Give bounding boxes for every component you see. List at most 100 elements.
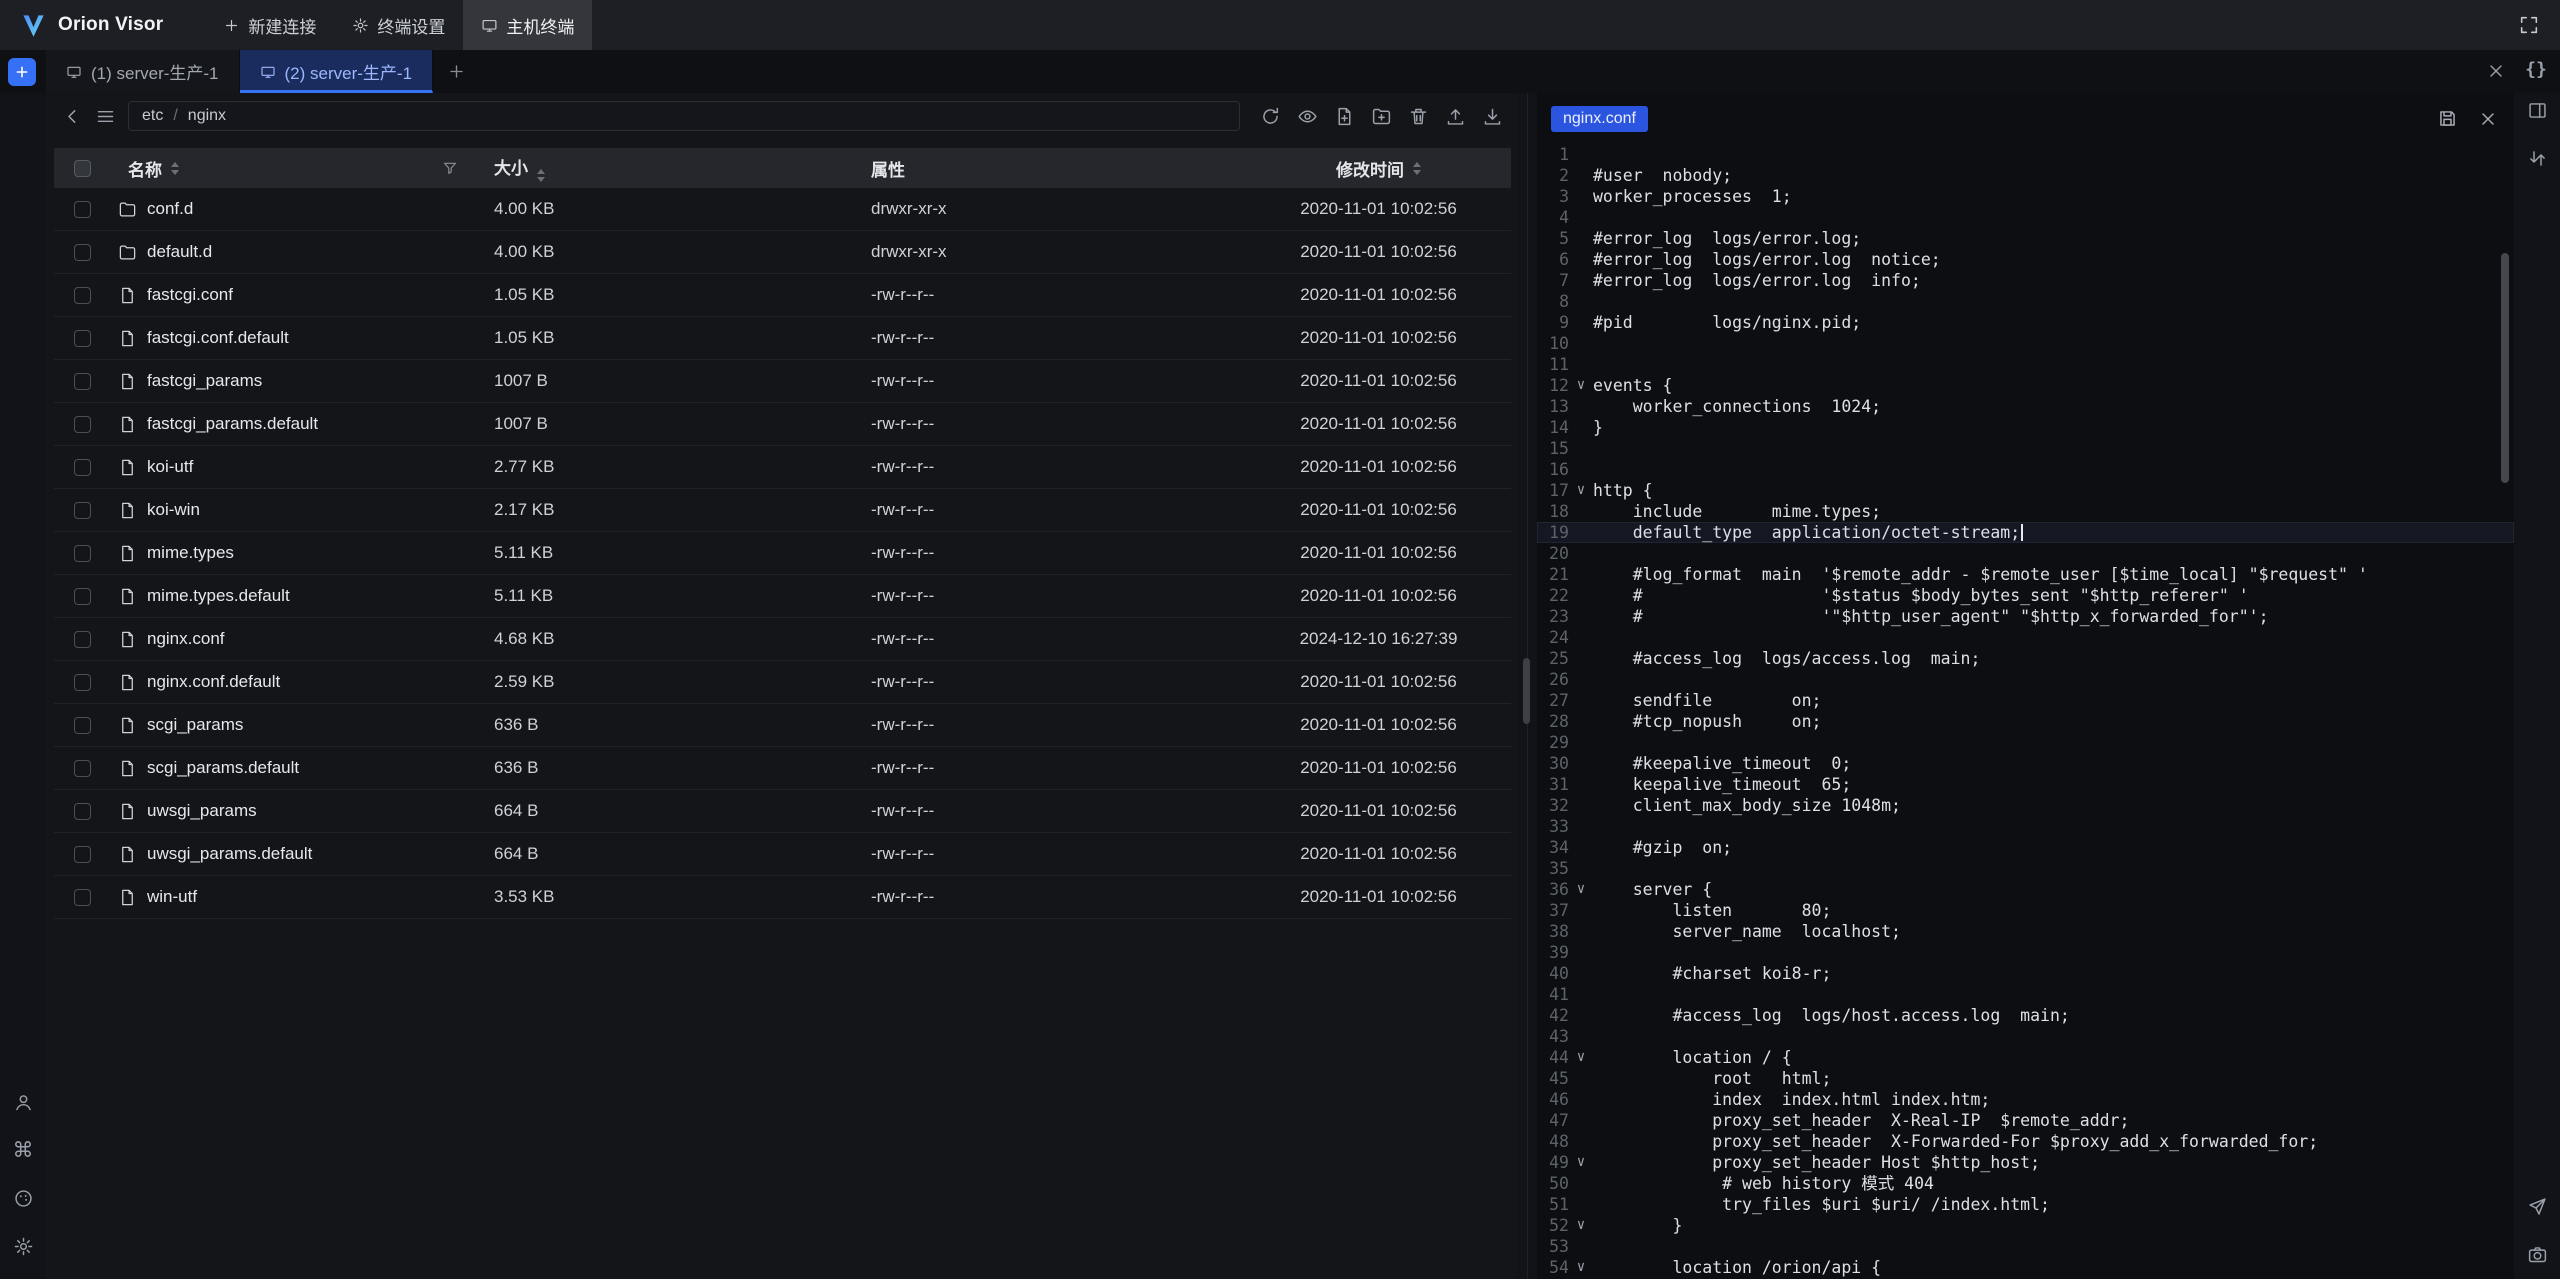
back-chevron-icon[interactable] (62, 106, 83, 127)
code-line-11[interactable]: 11 (1537, 354, 2514, 375)
delete-trash-icon[interactable] (1408, 106, 1429, 127)
code-line-43[interactable]: 43 (1537, 1026, 2514, 1047)
tab-server-1[interactable]: (1) server-生产-1 (46, 50, 240, 93)
code-line-4[interactable]: 4 (1537, 207, 2514, 228)
settings-gear-icon[interactable] (13, 1236, 34, 1257)
code-line-15[interactable]: 15 (1537, 438, 2514, 459)
row-checkbox[interactable] (74, 588, 91, 605)
code-line-8[interactable]: 8 (1537, 291, 2514, 312)
file-name[interactable]: default.d (147, 242, 212, 262)
row-checkbox[interactable] (74, 416, 91, 433)
braces-icon[interactable]: {} (2523, 59, 2549, 80)
code-line-9[interactable]: 9#pid logs/nginx.pid; (1537, 312, 2514, 333)
file-name[interactable]: mime.types.default (147, 586, 290, 606)
code-line-13[interactable]: 13 worker_connections 1024; (1537, 396, 2514, 417)
file-name[interactable]: koi-win (147, 500, 200, 520)
code-line-27[interactable]: 27 sendfile on; (1537, 690, 2514, 711)
file-name[interactable]: uwsgi_params.default (147, 844, 312, 864)
row-checkbox[interactable] (74, 459, 91, 476)
code-line-23[interactable]: 23 # '"$http_user_agent" "$http_x_forwar… (1537, 606, 2514, 627)
code-line-35[interactable]: 35 (1537, 858, 2514, 879)
table-row[interactable]: scgi_params 636 B -rw-r--r-- 2020-11-01 … (54, 704, 1511, 747)
table-row[interactable]: mime.types.default 5.11 KB -rw-r--r-- 20… (54, 575, 1511, 618)
path-breadcrumb[interactable]: etc / nginx (128, 101, 1240, 131)
filter-funnel-icon[interactable] (442, 160, 458, 176)
menu-item-host-terminal[interactable]: 主机终端 (463, 0, 592, 50)
editor-scrollbar-thumb[interactable] (2501, 253, 2509, 483)
table-row[interactable]: mime.types 5.11 KB -rw-r--r-- 2020-11-01… (54, 532, 1511, 575)
code-line-50[interactable]: 50 # web history 模式 404 (1537, 1173, 2514, 1194)
new-terminal-button[interactable] (8, 58, 36, 86)
row-checkbox[interactable] (74, 846, 91, 863)
table-row[interactable]: fastcgi.conf.default 1.05 KB -rw-r--r-- … (54, 317, 1511, 360)
code-line-52[interactable]: 52∨ } (1537, 1215, 2514, 1236)
eye-icon[interactable] (1297, 106, 1318, 127)
menu-item-new-connection[interactable]: 新建连接 (205, 0, 334, 50)
code-line-54[interactable]: 54∨ location /orion/api { (1537, 1257, 2514, 1278)
row-checkbox[interactable] (74, 674, 91, 691)
row-checkbox[interactable] (74, 889, 91, 906)
table-row[interactable]: win-utf 3.53 KB -rw-r--r-- 2020-11-01 10… (54, 876, 1511, 919)
new-file-icon[interactable] (1334, 106, 1355, 127)
screen-capture-icon[interactable] (2527, 1244, 2548, 1265)
table-row[interactable]: koi-win 2.17 KB -rw-r--r-- 2020-11-01 10… (54, 489, 1511, 532)
open-file-tag[interactable]: nginx.conf (1551, 106, 1648, 132)
table-row[interactable]: uwsgi_params 664 B -rw-r--r-- 2020-11-01… (54, 790, 1511, 833)
sort-mtime-icon[interactable] (1413, 162, 1421, 175)
code-line-19[interactable]: 19 default_type application/octet-stream… (1537, 522, 2514, 543)
sort-name-icon[interactable] (171, 162, 179, 175)
code-line-12[interactable]: 12∨events { (1537, 375, 2514, 396)
code-line-21[interactable]: 21 #log_format main '$remote_addr - $rem… (1537, 564, 2514, 585)
table-row[interactable]: uwsgi_params.default 664 B -rw-r--r-- 20… (54, 833, 1511, 876)
table-row[interactable]: fastcgi.conf 1.05 KB -rw-r--r-- 2020-11-… (54, 274, 1511, 317)
row-checkbox[interactable] (74, 803, 91, 820)
row-checkbox[interactable] (74, 717, 91, 734)
code-line-33[interactable]: 33 (1537, 816, 2514, 837)
file-name[interactable]: fastcgi_params (147, 371, 262, 391)
refresh-icon[interactable] (1260, 106, 1281, 127)
code-line-17[interactable]: 17∨http { (1537, 480, 2514, 501)
table-row[interactable]: nginx.conf 4.68 KB -rw-r--r-- 2024-12-10… (54, 618, 1511, 661)
splitter-drag-handle[interactable] (1523, 658, 1530, 724)
code-line-29[interactable]: 29 (1537, 732, 2514, 753)
row-checkbox[interactable] (74, 373, 91, 390)
fold-chevron-icon[interactable]: ∨ (1569, 1152, 1593, 1173)
code-line-42[interactable]: 42 #access_log logs/host.access.log main… (1537, 1005, 2514, 1026)
code-line-18[interactable]: 18 include mime.types; (1537, 501, 2514, 522)
file-name[interactable]: scgi_params.default (147, 758, 299, 778)
panel-splitter[interactable] (1517, 93, 1537, 1279)
code-line-53[interactable]: 53 (1537, 1236, 2514, 1257)
list-view-icon[interactable] (95, 106, 116, 127)
code-line-14[interactable]: 14} (1537, 417, 2514, 438)
keyboard-shortcuts-icon[interactable]: ⌘ (13, 1140, 34, 1161)
table-row[interactable]: default.d 4.00 KB drwxr-xr-x 2020-11-01 … (54, 231, 1511, 274)
transfer-list-icon[interactable] (2527, 148, 2548, 169)
upload-icon[interactable] (1445, 106, 1466, 127)
save-icon[interactable] (2437, 108, 2458, 129)
table-row[interactable]: conf.d 4.00 KB drwxr-xr-x 2020-11-01 10:… (54, 188, 1511, 231)
fold-chevron-icon[interactable]: ∨ (1569, 1215, 1593, 1236)
file-name[interactable]: nginx.conf.default (147, 672, 280, 692)
file-name[interactable]: mime.types (147, 543, 234, 563)
code-line-22[interactable]: 22 # '$status $body_bytes_sent "$http_re… (1537, 585, 2514, 606)
table-row[interactable]: scgi_params.default 636 B -rw-r--r-- 202… (54, 747, 1511, 790)
menu-item-terminal-settings[interactable]: 终端设置 (334, 0, 463, 50)
row-checkbox[interactable] (74, 244, 91, 261)
code-line-39[interactable]: 39 (1537, 942, 2514, 963)
add-tab-icon[interactable] (447, 62, 466, 81)
code-line-10[interactable]: 10 (1537, 333, 2514, 354)
close-icon[interactable] (2486, 61, 2506, 81)
row-checkbox[interactable] (74, 545, 91, 562)
code-line-34[interactable]: 34 #gzip on; (1537, 837, 2514, 858)
code-line-47[interactable]: 47 proxy_set_header X-Real-IP $remote_ad… (1537, 1110, 2514, 1131)
fold-chevron-icon[interactable]: ∨ (1569, 375, 1593, 396)
code-line-30[interactable]: 30 #keepalive_timeout 0; (1537, 753, 2514, 774)
code-line-48[interactable]: 48 proxy_set_header X-Forwarded-For $pro… (1537, 1131, 2514, 1152)
fold-chevron-icon[interactable]: ∨ (1569, 1257, 1593, 1278)
code-line-40[interactable]: 40 #charset koi8-r; (1537, 963, 2514, 984)
table-row[interactable]: koi-utf 2.77 KB -rw-r--r-- 2020-11-01 10… (54, 446, 1511, 489)
fullscreen-icon[interactable] (2518, 14, 2540, 36)
breadcrumb-item-etc[interactable]: etc (142, 107, 163, 125)
code-line-45[interactable]: 45 root html; (1537, 1068, 2514, 1089)
fold-chevron-icon[interactable]: ∨ (1569, 879, 1593, 900)
